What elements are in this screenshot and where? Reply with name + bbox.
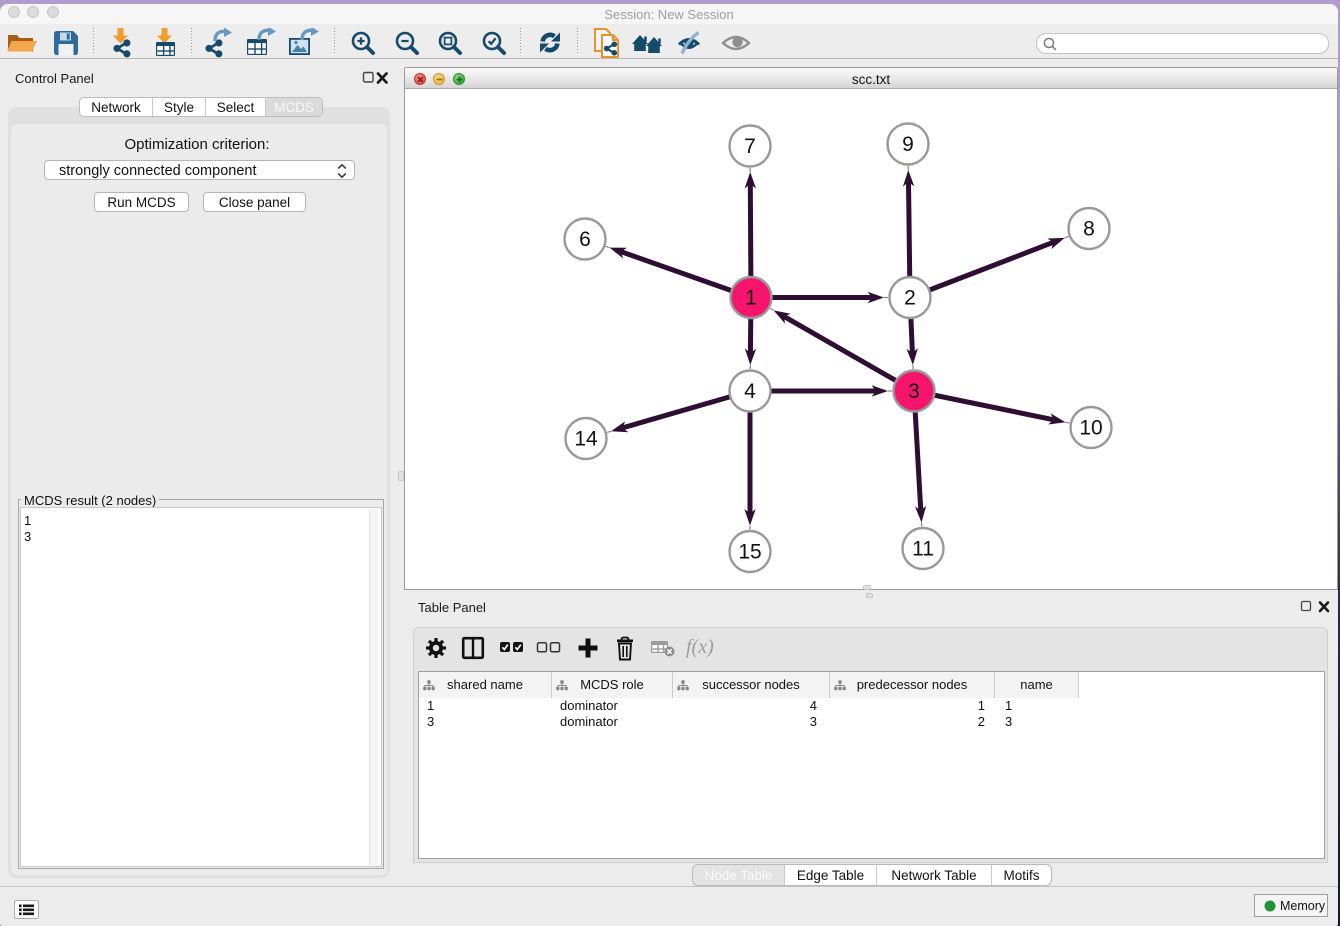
svg-text:3: 3 bbox=[908, 380, 920, 403]
svg-text:15: 15 bbox=[738, 541, 761, 564]
svg-text:14: 14 bbox=[574, 428, 598, 451]
svg-text:4: 4 bbox=[744, 380, 756, 403]
svg-text:10: 10 bbox=[1079, 417, 1102, 440]
svg-text:8: 8 bbox=[1083, 218, 1095, 241]
svg-text:2: 2 bbox=[904, 287, 916, 310]
svg-text:6: 6 bbox=[579, 228, 591, 251]
svg-text:1: 1 bbox=[745, 287, 757, 310]
svg-text:7: 7 bbox=[744, 135, 756, 158]
svg-text:9: 9 bbox=[902, 133, 914, 156]
svg-text:11: 11 bbox=[912, 538, 934, 561]
